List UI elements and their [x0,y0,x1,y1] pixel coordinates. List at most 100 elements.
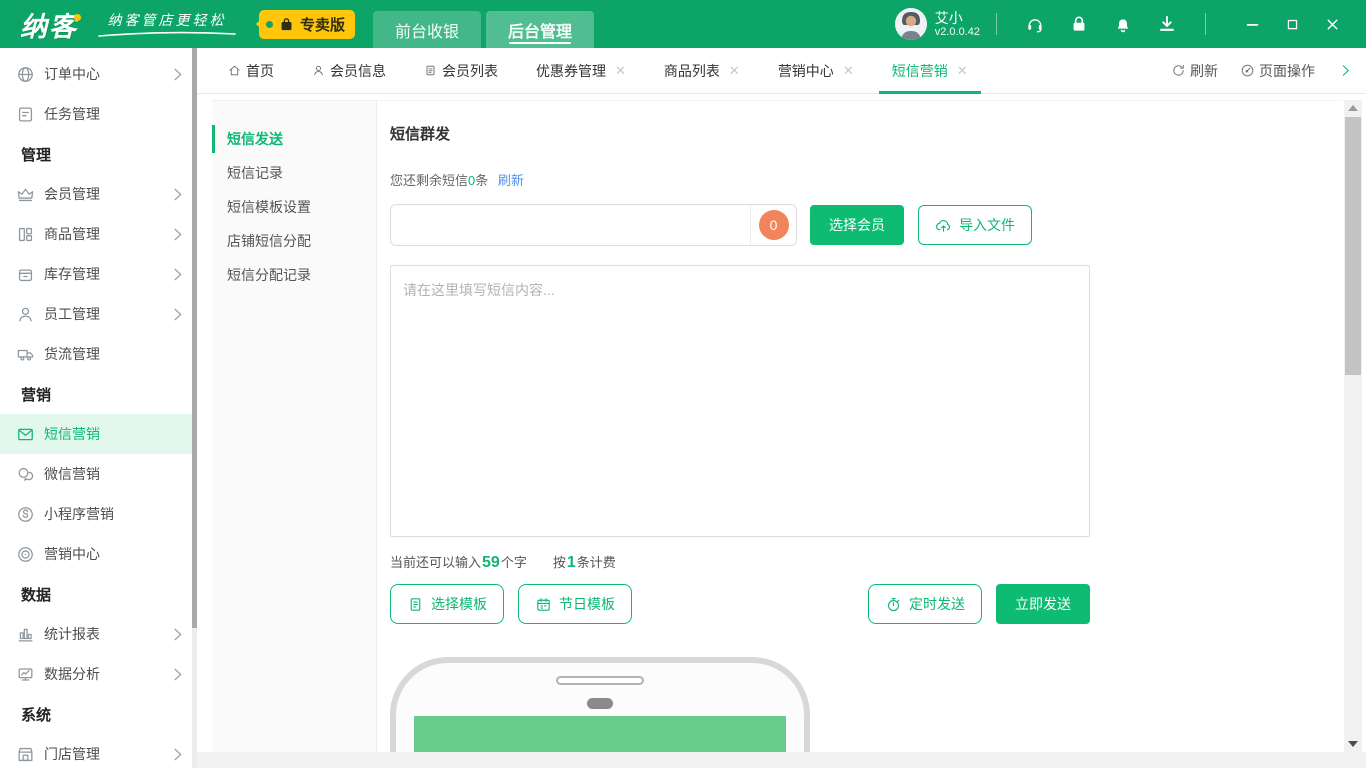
tab-product-list[interactable]: 商品列表 ✕ [645,48,759,94]
page-actions-button[interactable]: 页面操作 [1240,61,1315,81]
tab-sms-marketing[interactable]: 短信营销 ✕ [873,48,987,94]
holiday-template-button[interactable]: 节日模板 [518,584,632,624]
download-icon [1157,14,1177,34]
nav-tab-cashier[interactable]: 前台收银 [373,11,482,48]
headset-icon [1025,14,1045,34]
close-tab-icon[interactable]: ✕ [729,63,740,79]
close-tab-icon[interactable]: ✕ [615,63,626,79]
submenu-item-sms-allocation-records[interactable]: 短信分配记录 [212,258,376,292]
store-icon [16,745,35,764]
sidebar-menu: 订单中心 任务管理 管理 会员管理 商品管理 库存管理 员工管理 货流管理 营销… [0,48,197,774]
tabbar-tools: 刷新 页面操作 [1171,61,1366,81]
submenu-item-sms-template-settings[interactable]: 短信模板设置 [212,190,376,224]
wechat-icon [16,465,35,484]
app-logo: 纳客 [20,11,78,42]
tab-label: 营销中心 [777,62,834,79]
sidebar-item-wechat-marketing[interactable]: 微信营销 [0,454,197,494]
sidebar-item-logistics-management[interactable]: 货流管理 [0,334,197,374]
sidebar-item-sms-marketing[interactable]: 短信营销 [0,414,197,454]
minimize-button[interactable] [1232,9,1272,39]
choose-template-label: 选择模板 [431,596,487,612]
lock-button[interactable] [1068,13,1090,35]
chevron-right-icon[interactable] [1337,62,1354,79]
phone-screen-header [414,716,786,752]
avatar-person-icon [894,8,927,40]
choose-template-button[interactable]: 选择模板 [390,584,504,624]
recipient-input[interactable] [391,205,750,245]
refresh-balance-link[interactable]: 刷新 [498,173,524,188]
sidebar-item-store-management[interactable]: 门店管理 [0,734,197,774]
timed-send-label: 定时发送 [909,596,965,612]
sidebar-item-label: 营销中心 [44,546,100,562]
sidebar-item-member-management[interactable]: 会员管理 [0,174,197,214]
submenu-item-sms-records[interactable]: 短信记录 [212,156,376,190]
send-buttons: 定时发送 立即发送 [868,584,1090,624]
avatar[interactable] [894,8,927,40]
sidebar-item-staff-management[interactable]: 员工管理 [0,294,197,334]
sidebar-section-management: 管理 [21,146,52,164]
titlebar: 纳客 纳客管店更轻松 专卖版 前台收银 后台管理 艾小 v2.0.0.42 [0,0,1366,48]
sms-icon [16,425,35,444]
notifications-button[interactable] [1112,13,1134,35]
tab-label: 首页 [246,62,274,79]
tab-member-list[interactable]: 会员列表 [405,48,517,94]
scroll-down-arrow[interactable] [1344,736,1362,752]
tab-marketing-center[interactable]: 营销中心 ✕ [759,48,873,94]
sidebar-item-order-center[interactable]: 订单中心 [0,54,197,94]
badge-dot-icon [266,20,273,28]
slogan: 纳客管店更轻松 [97,10,237,39]
support-button[interactable] [1024,13,1046,35]
tab-member-info[interactable]: 会员信息 [293,48,405,94]
sidebar-item-miniapp-marketing[interactable]: 小程序营销 [0,494,197,534]
sidebar-item-label: 库存管理 [44,266,100,282]
sidebar-item-data-analysis[interactable]: 数据分析 [0,654,197,694]
phone-speaker [556,676,644,685]
maximize-button[interactable] [1272,9,1312,39]
horizontal-scrollbar[interactable] [197,752,1366,768]
download-button[interactable] [1156,13,1178,35]
task-icon [16,105,35,124]
send-now-button[interactable]: 立即发送 [996,584,1090,624]
submenu-item-sms-send[interactable]: 短信发送 [212,122,376,156]
sidebar-item-marketing-center[interactable]: 营销中心 [0,534,197,574]
sms-phone-preview [390,657,810,752]
timed-send-button[interactable]: 定时发送 [868,584,982,624]
analysis-icon [16,665,35,684]
sidebar-item-statistics-report[interactable]: 统计报表 [0,614,197,654]
vertical-scrollbar[interactable] [1344,100,1362,752]
window-controls [1232,9,1352,39]
chevron-right-icon [168,185,187,204]
logo-accent-dot [74,13,81,21]
chevron-right-icon [168,305,187,324]
nav-tab-backoffice[interactable]: 后台管理 [486,11,595,48]
sidebar-item-inventory-management[interactable]: 库存管理 [0,254,197,294]
close-tab-icon[interactable]: ✕ [957,63,968,79]
edition-badge: 专卖版 [255,9,356,39]
scroll-up-arrow[interactable] [1344,100,1362,116]
sidebar-item-label: 任务管理 [44,106,100,122]
miniapp-icon [16,505,35,524]
sidebar-item-label: 门店管理 [44,746,100,762]
tab-label: 优惠券管理 [536,62,606,79]
sidebar-item-task-management[interactable]: 任务管理 [0,94,197,134]
tab-home[interactable]: 首页 [209,48,293,94]
sidebar-item-product-management[interactable]: 商品管理 [0,214,197,254]
home-icon [228,64,241,77]
sidebar-item-label: 货流管理 [44,346,100,362]
vertical-scrollbar-thumb[interactable] [1345,117,1361,375]
page-tabbar: 首页 会员信息 会员列表 优惠券管理 ✕ 商品列表 ✕ 营销中心 ✕ 短信营销 … [197,48,1366,94]
close-tab-icon[interactable]: ✕ [843,63,854,79]
import-file-button[interactable]: 导入文件 [918,205,1032,245]
slogan-underline-swoosh [98,31,236,37]
select-member-button[interactable]: 选择会员 [810,205,904,245]
sms-content-textarea[interactable] [390,265,1090,537]
holiday-template-label: 节日模板 [559,596,615,612]
user-info[interactable]: 艾小 v2.0.0.42 [935,10,980,39]
refresh-label: 刷新 [1190,62,1218,79]
submenu-item-store-sms-allocation[interactable]: 店铺短信分配 [212,224,376,258]
close-button[interactable] [1312,9,1352,39]
sidebar-item-label: 微信营销 [44,466,100,482]
refresh-button[interactable]: 刷新 [1171,61,1218,81]
recipient-count-cell: 0 [750,205,796,245]
tab-coupon-management[interactable]: 优惠券管理 ✕ [517,48,645,94]
